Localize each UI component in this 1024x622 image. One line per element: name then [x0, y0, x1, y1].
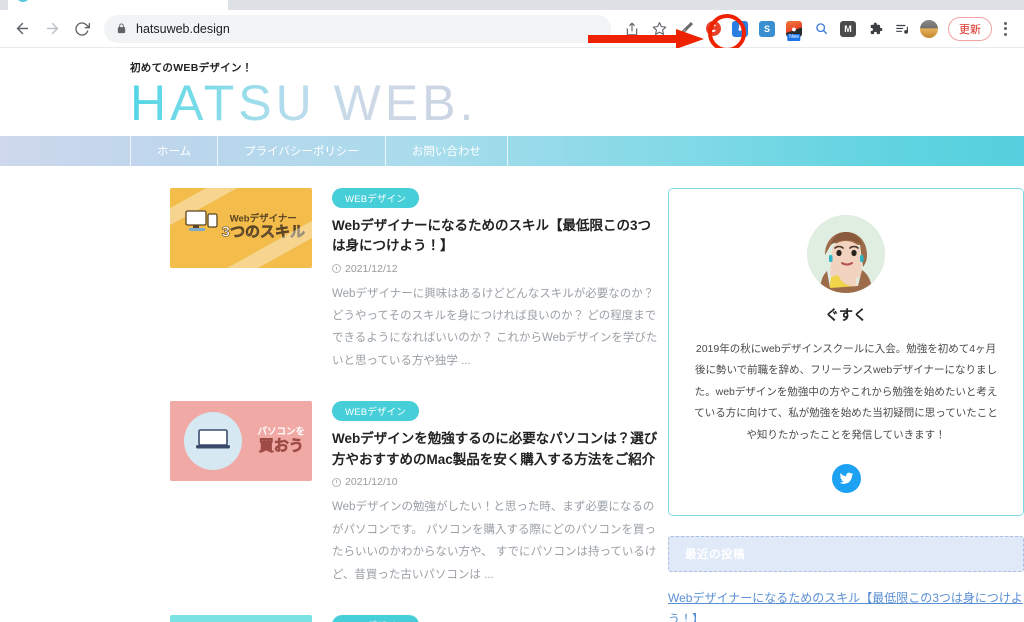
nav-home[interactable]: ホーム [130, 135, 219, 166]
new-tab-button[interactable]: + [236, 0, 264, 10]
back-button[interactable] [8, 15, 36, 43]
post-excerpt: Webデザインの勉強がしたい！と思った時、まず必要になるのがパソコンです。 パソ… [332, 501, 657, 581]
post-body: WEBデザイン デザインの勉強は何からする？【Webデザイナーになるためのデザイ… [332, 614, 660, 622]
post-item[interactable]: Webデザイナー 3つのスキル WEBデザイン Webデザイナーになるためのスキ… [170, 187, 660, 373]
reload-button[interactable] [68, 15, 96, 43]
post-date: 2021/12/10 [332, 476, 660, 488]
close-icon[interactable]: ✕ [206, 0, 220, 1]
laptop-illustration-icon [196, 429, 230, 449]
avatar [807, 214, 885, 293]
post-thumbnail[interactable]: Webデザイナーになるための、 デザイン勉強 [170, 614, 312, 622]
browser-toolbar: hatsuweb.design ⬇ S ● New M 更新 [0, 10, 1024, 52]
post-thumbnail[interactable]: パソコンを 買おう [170, 401, 312, 482]
extensions-puzzle-icon[interactable] [862, 16, 888, 42]
web-page-content: 初めてのWEBデザイン！ HATSU WEB. ホーム プライバシーポリシー お… [0, 48, 1024, 622]
m-extension-icon[interactable]: M [835, 16, 861, 42]
nav-privacy-policy[interactable]: プライバシーポリシー [218, 135, 386, 166]
profile-avatar[interactable] [916, 16, 942, 42]
thumbnail-line2: 3つのスキル [221, 223, 305, 241]
toolbar-icon-group: ⬇ S ● New M 更新 [619, 16, 1016, 42]
site-navigation: ホーム プライバシーポリシー お問い合わせ [0, 135, 1024, 166]
site-header: 初めてのWEBデザイン！ HATSU WEB. [0, 48, 1024, 136]
post-category-badge[interactable]: WEBデザイン [332, 401, 420, 422]
post-body: WEBデザイン Webデザインを勉強するのに必要なパソコンは？選び方やおすすめの… [332, 401, 660, 586]
s-extension-icon[interactable]: S [754, 16, 780, 42]
widget-title: 最近の投稿 [668, 536, 1024, 573]
address-bar[interactable]: hatsuweb.design [104, 14, 611, 43]
search-icon[interactable] [808, 16, 834, 42]
tab-strip: Webデザインのおすすめの勉強方法 ✕ + [0, 0, 1024, 10]
download-extension-icon[interactable]: ⬇ [727, 16, 753, 42]
clock-icon [332, 477, 341, 487]
eyedropper-extension-icon[interactable] [673, 16, 699, 42]
monitor-illustration-icon [185, 209, 218, 231]
thumbnail-line2: 買おう [258, 437, 304, 455]
new-badge: New [787, 33, 801, 41]
camera-extension-icon[interactable]: ● New [781, 16, 807, 42]
post-date: 2021/12/12 [332, 263, 660, 275]
thumbnail-text: Webデザイナー 3つのスキル [221, 213, 305, 241]
tab-title: Webデザインのおすすめの勉強方法 [37, 0, 199, 3]
profile-bio: 2019年の秋にwebデザインスクールに入会。勉強を初めて4ヶ月後に勢いで前職を… [694, 342, 998, 441]
forward-button[interactable] [38, 15, 66, 43]
post-category-badge[interactable]: WEBデザイン [332, 614, 420, 622]
post-title[interactable]: Webデザイナーになるためのスキル【最低限この3つは身につけよう！】 [332, 216, 660, 257]
post-list: Webデザイナー 3つのスキル WEBデザイン Webデザイナーになるためのスキ… [0, 187, 660, 622]
sidebar: ぐすく 2019年の秋にwebデザインスクールに入会。勉強を初めて4ヶ月後に勢い… [660, 187, 1024, 622]
profile-card: ぐすく 2019年の秋にwebデザインスクールに入会。勉強を初めて4ヶ月後に勢い… [668, 187, 1024, 517]
page-layout: Webデザイナー 3つのスキル WEBデザイン Webデザイナーになるためのスキ… [0, 166, 1024, 622]
update-button[interactable]: 更新 [948, 16, 992, 41]
twitter-bird-icon[interactable] [831, 464, 861, 494]
browser-chrome: Webデザインのおすすめの勉強方法 ✕ + hatsuweb.design [0, 0, 1024, 52]
recent-post-link[interactable]: Webデザイナーになるためのスキル【最低限この3つは身につけよう！】 [668, 588, 1024, 622]
share-icon[interactable] [619, 16, 645, 42]
bookmark-star-icon[interactable] [646, 16, 672, 42]
post-date-text: 2021/12/12 [345, 262, 398, 275]
browser-menu-button[interactable] [994, 21, 1016, 36]
post-item[interactable]: Webデザイナーになるための、 デザイン勉強 WEBデザイン デザインの勉強は何… [170, 614, 660, 622]
lock-icon [117, 23, 126, 34]
site-tagline: 初めてのWEBデザイン！ [130, 62, 253, 74]
red-swirl-extension-icon[interactable] [700, 16, 726, 42]
post-thumbnail[interactable]: Webデザイナー 3つのスキル [170, 187, 312, 268]
browser-tab-active[interactable]: Webデザインのおすすめの勉強方法 ✕ [8, 0, 228, 10]
reading-list-icon[interactable] [889, 16, 915, 42]
post-category-badge[interactable]: WEBデザイン [332, 187, 420, 208]
favicon-icon [16, 0, 30, 2]
post-body: WEBデザイン Webデザイナーになるためのスキル【最低限この3つは身につけよう… [332, 187, 660, 373]
post-title[interactable]: Webデザインを勉強するのに必要なパソコンは？選び方やおすすめのMac製品を安く… [332, 429, 660, 470]
recent-posts-widget: 最近の投稿 Webデザイナーになるためのスキル【最低限この3つは身につけよう！】… [668, 536, 1024, 622]
clock-icon [332, 264, 341, 274]
nav-contact[interactable]: お問い合わせ [386, 135, 508, 166]
url-text: hatsuweb.design [136, 21, 230, 36]
profile-name: ぐすく [825, 306, 867, 323]
post-date-text: 2021/12/10 [345, 476, 398, 489]
post-excerpt: Webデザイナーに興味はあるけどどんなスキルが必要なのか？ どうやってそのスキル… [332, 287, 658, 367]
post-item[interactable]: パソコンを 買おう WEBデザイン Webデザインを勉強するのに必要なパソコンは… [170, 401, 660, 586]
thumbnail-text: パソコンを 買おう [257, 427, 305, 455]
site-logo[interactable]: HATSU WEB. [130, 77, 477, 130]
